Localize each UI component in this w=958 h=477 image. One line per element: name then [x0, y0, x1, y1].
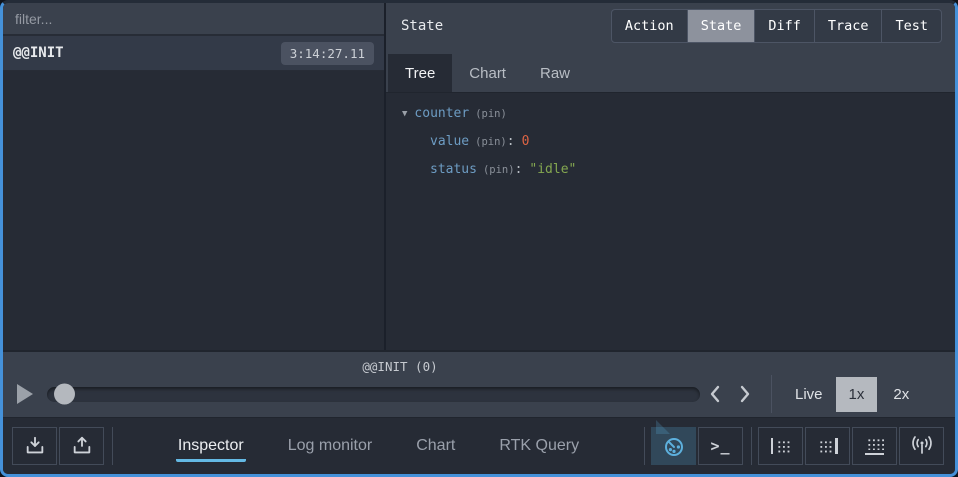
state-panel-header: State Action State Diff Trace Test: [386, 3, 955, 49]
speed-2x-button[interactable]: 2x: [880, 377, 922, 412]
inspector-tab-group: Action State Diff Trace Test: [611, 9, 942, 43]
tree-node-status[interactable]: status (pin) : "idle": [402, 162, 955, 190]
live-button[interactable]: Live: [785, 377, 833, 412]
tree-node-value[interactable]: value (pin) : 0: [402, 134, 955, 162]
dock-left-icon: [771, 438, 791, 454]
next-action-button[interactable]: [730, 379, 760, 409]
pin-button[interactable]: (pin): [475, 136, 507, 148]
tab-inspector[interactable]: Inspector: [176, 431, 246, 462]
export-button[interactable]: [59, 427, 104, 465]
state-panel: State Action State Diff Trace Test Tree …: [386, 3, 955, 350]
player-divider: [771, 375, 772, 413]
tree-key: counter: [414, 106, 469, 121]
tree-value-string: "idle": [529, 162, 576, 177]
colon: :: [515, 162, 523, 177]
tree-key: status: [430, 162, 477, 177]
tab-diff[interactable]: Diff: [754, 9, 815, 43]
stopwatch-icon: [662, 434, 686, 458]
current-action-label: @@INIT (0): [362, 359, 437, 374]
colon: :: [507, 134, 515, 149]
tab-trace[interactable]: Trace: [814, 9, 883, 43]
remote-button[interactable]: [899, 427, 944, 465]
time-travel-player: @@INIT (0) Live 1x: [3, 350, 955, 418]
monitor-tab-group: Inspector Log monitor Chart RTK Query: [119, 431, 638, 462]
dock-bottom-icon: [865, 437, 884, 455]
state-view-tab-group: Tree Chart Raw: [386, 49, 955, 93]
dispatcher-button[interactable]: >_: [698, 427, 743, 465]
tab-action[interactable]: Action: [611, 9, 688, 43]
panel-title: State: [401, 18, 611, 34]
previous-action-button[interactable]: [700, 379, 730, 409]
filter-bar: [3, 3, 384, 36]
dock-right-icon: [818, 438, 838, 454]
broadcast-icon: [909, 435, 935, 457]
toolbar-divider: [751, 427, 752, 465]
tree-value-number: 0: [522, 134, 530, 149]
action-name: @@INIT: [13, 45, 281, 61]
tab-rtk-query[interactable]: RTK Query: [497, 431, 581, 462]
tree-node-counter[interactable]: ▼ counter (pin): [402, 106, 955, 134]
action-list-empty-area: [3, 71, 384, 350]
pause-recording-button[interactable]: [651, 427, 696, 465]
tree-key: value: [430, 134, 469, 149]
subtab-tree[interactable]: Tree: [388, 54, 452, 92]
tab-chart[interactable]: Chart: [414, 431, 457, 462]
bottom-toolbar: Inspector Log monitor Chart RTK Query >_: [3, 417, 955, 474]
chevron-right-icon: [739, 385, 751, 403]
import-button[interactable]: [12, 427, 57, 465]
terminal-icon: >_: [710, 437, 730, 455]
play-button[interactable]: [3, 383, 47, 405]
toolbar-divider: [644, 427, 645, 465]
export-icon: [71, 435, 93, 457]
pin-button[interactable]: (pin): [483, 164, 515, 176]
tab-log-monitor[interactable]: Log monitor: [286, 431, 375, 462]
play-icon: [16, 383, 34, 405]
expander-icon[interactable]: ▼: [402, 109, 407, 119]
subtab-chart[interactable]: Chart: [452, 54, 523, 92]
redux-devtools-window: @@INIT 3:14:27.11 State Action State Dif…: [0, 0, 958, 477]
timeline-slider[interactable]: [47, 387, 700, 402]
chevron-left-icon: [709, 385, 721, 403]
player-controls: Live 1x 2x: [3, 374, 955, 414]
speed-1x-button[interactable]: 1x: [836, 377, 878, 412]
subtab-raw[interactable]: Raw: [523, 54, 587, 92]
action-timestamp-badge: 3:14:27.11: [281, 42, 374, 65]
import-icon: [24, 435, 46, 457]
state-tree: ▼ counter (pin) value (pin) : 0 status (…: [386, 93, 955, 350]
dock-left-button[interactable]: [758, 427, 803, 465]
dock-bottom-button[interactable]: [852, 427, 897, 465]
tab-test[interactable]: Test: [881, 9, 942, 43]
filter-input[interactable]: [3, 11, 384, 27]
slider-thumb[interactable]: [54, 384, 75, 405]
action-list-item[interactable]: @@INIT 3:14:27.11: [3, 36, 384, 71]
dock-right-button[interactable]: [805, 427, 850, 465]
tab-state[interactable]: State: [687, 9, 756, 43]
action-list-panel: @@INIT 3:14:27.11: [3, 3, 386, 350]
pin-button[interactable]: (pin): [475, 108, 507, 120]
toolbar-divider: [112, 427, 113, 465]
main-panels: @@INIT 3:14:27.11 State Action State Dif…: [3, 3, 955, 350]
